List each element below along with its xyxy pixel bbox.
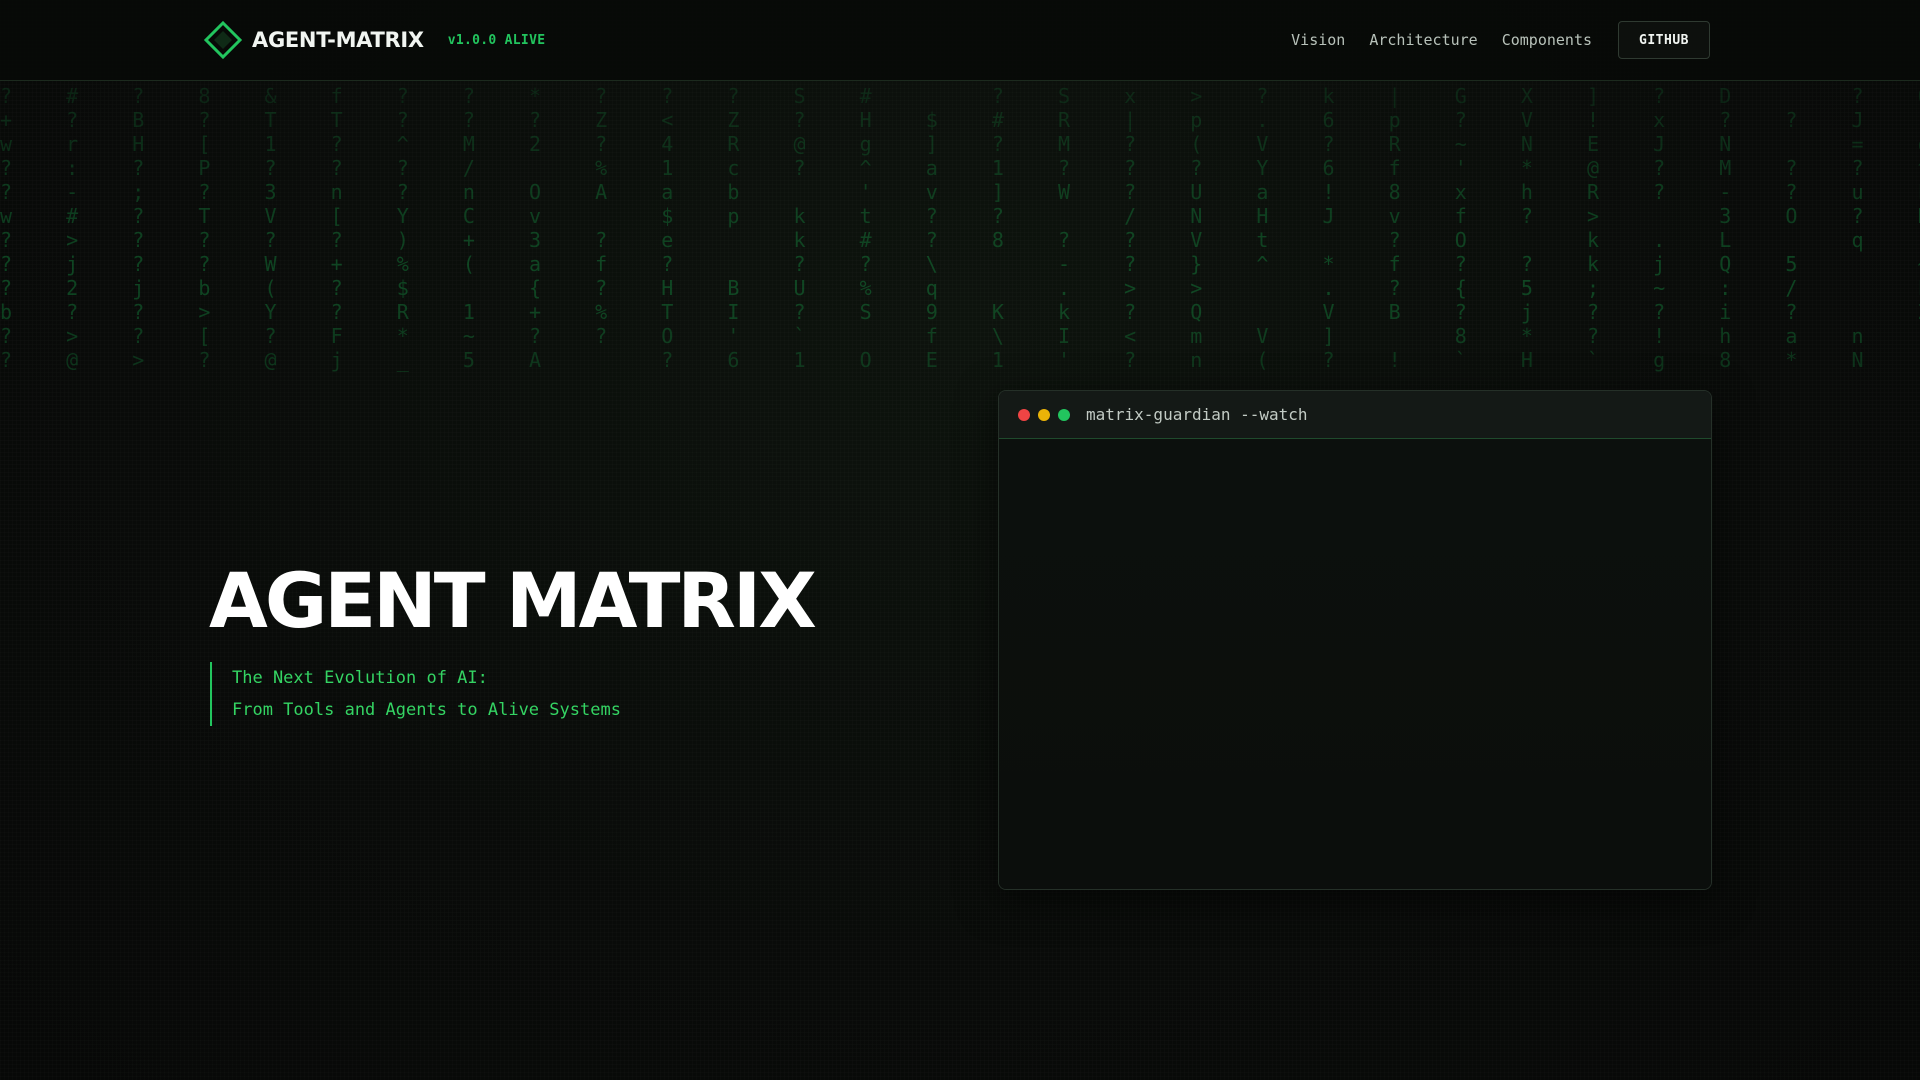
nav-link-architecture[interactable]: Architecture <box>1369 31 1477 49</box>
matrix-rain-row: b ? ? > Y ? R 1 + % T I ? S 9 K k ? Q V … <box>0 300 1920 324</box>
matrix-rain-row: + ? B ? T T ? ? ? Z < Z ? H $ # R | p . … <box>0 108 1920 132</box>
hero-subtitle: The Next Evolution of AI: From Tools and… <box>210 662 621 726</box>
matrix-rain-row: ? : ? P ? ? ? / % 1 c ? ^ a 1 ? ? ? Y 6 … <box>0 156 1920 180</box>
nav-link-components[interactable]: Components <box>1502 31 1592 49</box>
diamond-logo-icon <box>203 20 243 60</box>
terminal-title-bar: matrix-guardian --watch <box>999 391 1711 439</box>
minimize-dot-icon[interactable] <box>1038 408 1050 421</box>
terminal-output[interactable] <box>999 439 1711 889</box>
maximize-dot-icon[interactable] <box>1058 408 1070 421</box>
github-button[interactable]: GITHUB <box>1618 21 1710 59</box>
matrix-rain-row: ? > ? [ ? F * ~ ? ? O ' ` f \ I < m V ] … <box>0 324 1874 348</box>
terminal-window[interactable]: matrix-guardian --watch <box>998 390 1712 890</box>
landing-page: ? # ? 8 & f ? ? * ? ? ? S # ? S x > ? k … <box>0 0 1920 1080</box>
close-dot-icon[interactable] <box>1018 408 1030 421</box>
hero-title: AGENT MATRIX <box>209 556 817 645</box>
matrix-rain-row: w r H [ 1 ? ^ M 2 ? 4 R @ g ] ? M ? ( V … <box>0 132 1920 156</box>
matrix-rain-row: ? # ? 8 & f ? ? * ? ? ? S # ? S x > ? k … <box>0 84 1920 108</box>
matrix-rain-row: w # ? T V [ Y C v $ p k t ? ? / N H J v … <box>0 204 1920 228</box>
hero-subtitle-line: The Next Evolution of AI: <box>232 668 488 688</box>
matrix-rain-row: ? 2 j b ( ? $ { ? H B U % q . > > . ? { … <box>0 276 1920 300</box>
matrix-rain-row: ? @ > ? @ j _ 5 A ? 6 1 O E 1 ' ? n ( ? … <box>0 348 1874 372</box>
brand[interactable]: AGENT-MATRIX v1.0.0 ALIVE <box>203 20 545 60</box>
nav-link-vision[interactable]: Vision <box>1291 31 1345 49</box>
matrix-rain-background: ? # ? 8 & f ? ? * ? ? ? S # ? S x > ? k … <box>0 80 1920 392</box>
site-header: AGENT-MATRIX v1.0.0 ALIVE Vision Archite… <box>0 0 1920 81</box>
brand-name: AGENT-MATRIX <box>252 28 424 52</box>
matrix-rain-row: ? - ; ? 3 n ? n O A a b ' v ] W ? U a ! … <box>0 180 1920 204</box>
main-nav: Vision Architecture Components GITHUB <box>1291 21 1710 59</box>
terminal-title: matrix-guardian --watch <box>1086 405 1308 424</box>
matrix-rain-row: ? > ? ? ? ? ) + 3 ? e k # ? 8 ? ? V t ? … <box>0 228 1874 252</box>
matrix-rain-row: ? j ? ? W + % ( a f ? ? ? \ - ? } ^ * f … <box>0 252 1920 276</box>
hero-subtitle-line: From Tools and Agents to Alive Systems <box>232 700 621 720</box>
version-badge: v1.0.0 ALIVE <box>447 32 546 48</box>
